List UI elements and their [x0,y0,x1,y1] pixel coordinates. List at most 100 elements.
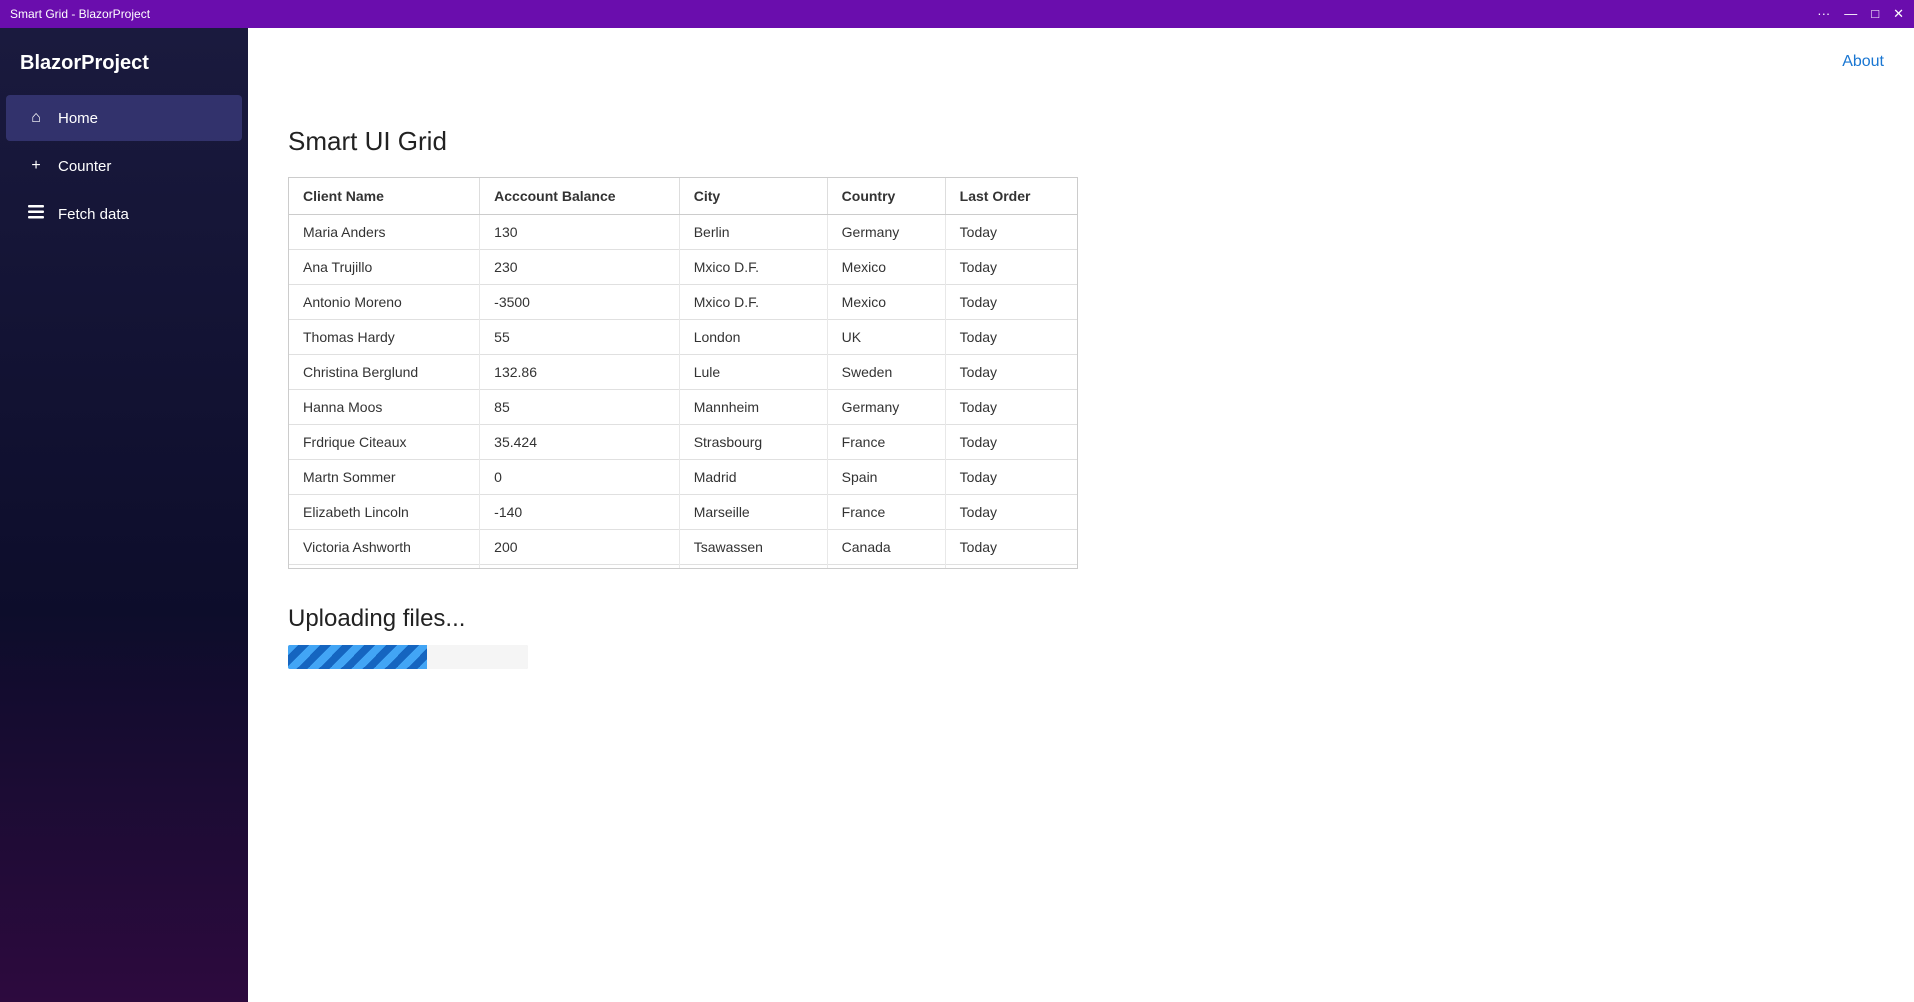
table-row: Victoria Ashworth200TsawassenCanadaToday [289,530,1077,565]
table-cell: Spain [827,460,945,495]
top-bar: About [248,28,1914,96]
table-row: Maria Anders130BerlinGermanyToday [289,215,1077,250]
progress-bar-filled [288,645,427,669]
sidebar-item-fetchdata[interactable]: Fetch data [6,191,242,238]
table-cell: 230 [480,250,680,285]
col-city: City [679,178,827,215]
table-cell: 35.424 [480,425,680,460]
table-row: Elizabeth Lincoln-140MarseilleFranceToda… [289,495,1077,530]
main-content: About Smart UI Grid Client Name Acccount… [248,28,1914,1002]
table-cell: Marseille [679,495,827,530]
table-cell: Frdrique Citeaux [289,425,480,460]
table-row: Hanna Moos85MannheimGermanyToday [289,390,1077,425]
col-account-balance: Acccount Balance [480,178,680,215]
grid-scroll[interactable]: Client Name Acccount Balance City Countr… [289,178,1077,568]
counter-icon: + [26,157,46,175]
table-cell: Martn Sommer [289,460,480,495]
upload-section: Uploading files... [288,605,1874,669]
table-cell: Today [945,285,1077,320]
upload-title: Uploading files... [288,605,1874,633]
table-cell: Maria Anders [289,215,480,250]
table-cell: 130 [480,215,680,250]
table-cell: 55 [480,320,680,355]
table-cell: Tsawassen [679,530,827,565]
table-cell: Germany [827,390,945,425]
grid-table: Client Name Acccount Balance City Countr… [289,178,1077,568]
title-bar-more[interactable]: ··· [1817,6,1830,22]
table-cell: Today [945,215,1077,250]
table-row: Thomas Hardy55LondonUKToday [289,320,1077,355]
table-cell: UK [827,320,945,355]
table-cell: Madrid [679,460,827,495]
table-cell: Mannheim [679,390,827,425]
sidebar-item-fetchdata-label: Fetch data [58,206,129,223]
table-cell: Victoria Ashworth [289,530,480,565]
table-cell: Hanna Moos [289,390,480,425]
table-cell: Germany [827,215,945,250]
table-cell: Thomas Hardy [289,320,480,355]
table-cell: 59.55 [480,565,680,569]
sidebar-item-counter-label: Counter [58,158,111,175]
table-cell: France [827,425,945,460]
table-cell: 0 [480,460,680,495]
table-cell: Today [945,390,1077,425]
table-cell: Christina Berglund [289,355,480,390]
col-country: Country [827,178,945,215]
progress-bar [288,645,528,669]
fetchdata-icon [26,205,46,224]
app-layout: BlazorProject ⌂ Home + Counter Fetch dat… [0,28,1914,1002]
table-cell: Canada [827,530,945,565]
table-cell: Today [945,425,1077,460]
table-cell: Today [945,495,1077,530]
sidebar-brand: BlazorProject [0,38,248,95]
table-body: Maria Anders130BerlinGermanyTodayAna Tru… [289,215,1077,569]
table-cell: 132.86 [480,355,680,390]
table-row: Frdrique Citeaux35.424StrasbourgFranceTo… [289,425,1077,460]
title-bar-title: Smart Grid - BlazorProject [10,7,150,21]
table-row: Antonio Moreno-3500Mxico D.F.MexicoToday [289,285,1077,320]
table-cell: Mxico D.F. [679,250,827,285]
title-bar-maximize[interactable]: □ [1871,6,1879,22]
sidebar-nav: ⌂ Home + Counter Fetch data [0,95,248,238]
sidebar: BlazorProject ⌂ Home + Counter Fetch dat… [0,28,248,1002]
title-bar: Smart Grid - BlazorProject ··· — □ ✕ [0,0,1914,28]
table-cell: 200 [480,530,680,565]
table-cell: Today [945,460,1077,495]
page-content: Smart UI Grid Client Name Acccount Balan… [248,96,1914,1002]
home-icon: ⌂ [26,109,46,127]
table-cell: Today [945,530,1077,565]
col-client-name: Client Name [289,178,480,215]
table-cell: Antonio Moreno [289,285,480,320]
table-header: Client Name Acccount Balance City Countr… [289,178,1077,215]
title-bar-controls: ··· — □ ✕ [1817,6,1904,22]
table-cell: Today [945,320,1077,355]
table-cell: Mexico [827,250,945,285]
table-row: Christina Berglund132.86LuleSwedenToday [289,355,1077,390]
table-cell: Today [945,355,1077,390]
table-cell: Lule [679,355,827,390]
table-cell: Patricio Simpson [289,565,480,569]
sidebar-item-home-label: Home [58,110,98,127]
table-cell: -3500 [480,285,680,320]
about-link[interactable]: About [1842,53,1884,71]
table-cell: -140 [480,495,680,530]
table-cell: Mxico D.F. [679,285,827,320]
table-cell: Today [945,565,1077,569]
table-cell: Mexico [827,285,945,320]
table-cell: Sweden [827,355,945,390]
table-cell: Elizabeth Lincoln [289,495,480,530]
table-cell: 85 [480,390,680,425]
table-cell: London [679,565,827,569]
page-title: Smart UI Grid [288,126,1874,157]
title-bar-close[interactable]: ✕ [1893,6,1904,22]
title-bar-minimize[interactable]: — [1844,6,1857,22]
table-cell: Ana Trujillo [289,250,480,285]
table-cell: Today [945,250,1077,285]
sidebar-item-counter[interactable]: + Counter [6,143,242,189]
data-grid: Client Name Acccount Balance City Countr… [288,177,1078,569]
table-row: Patricio Simpson59.55LondonUKToday [289,565,1077,569]
table-cell: France [827,495,945,530]
table-cell: London [679,320,827,355]
progress-bar-empty [427,645,528,669]
sidebar-item-home[interactable]: ⌂ Home [6,95,242,141]
